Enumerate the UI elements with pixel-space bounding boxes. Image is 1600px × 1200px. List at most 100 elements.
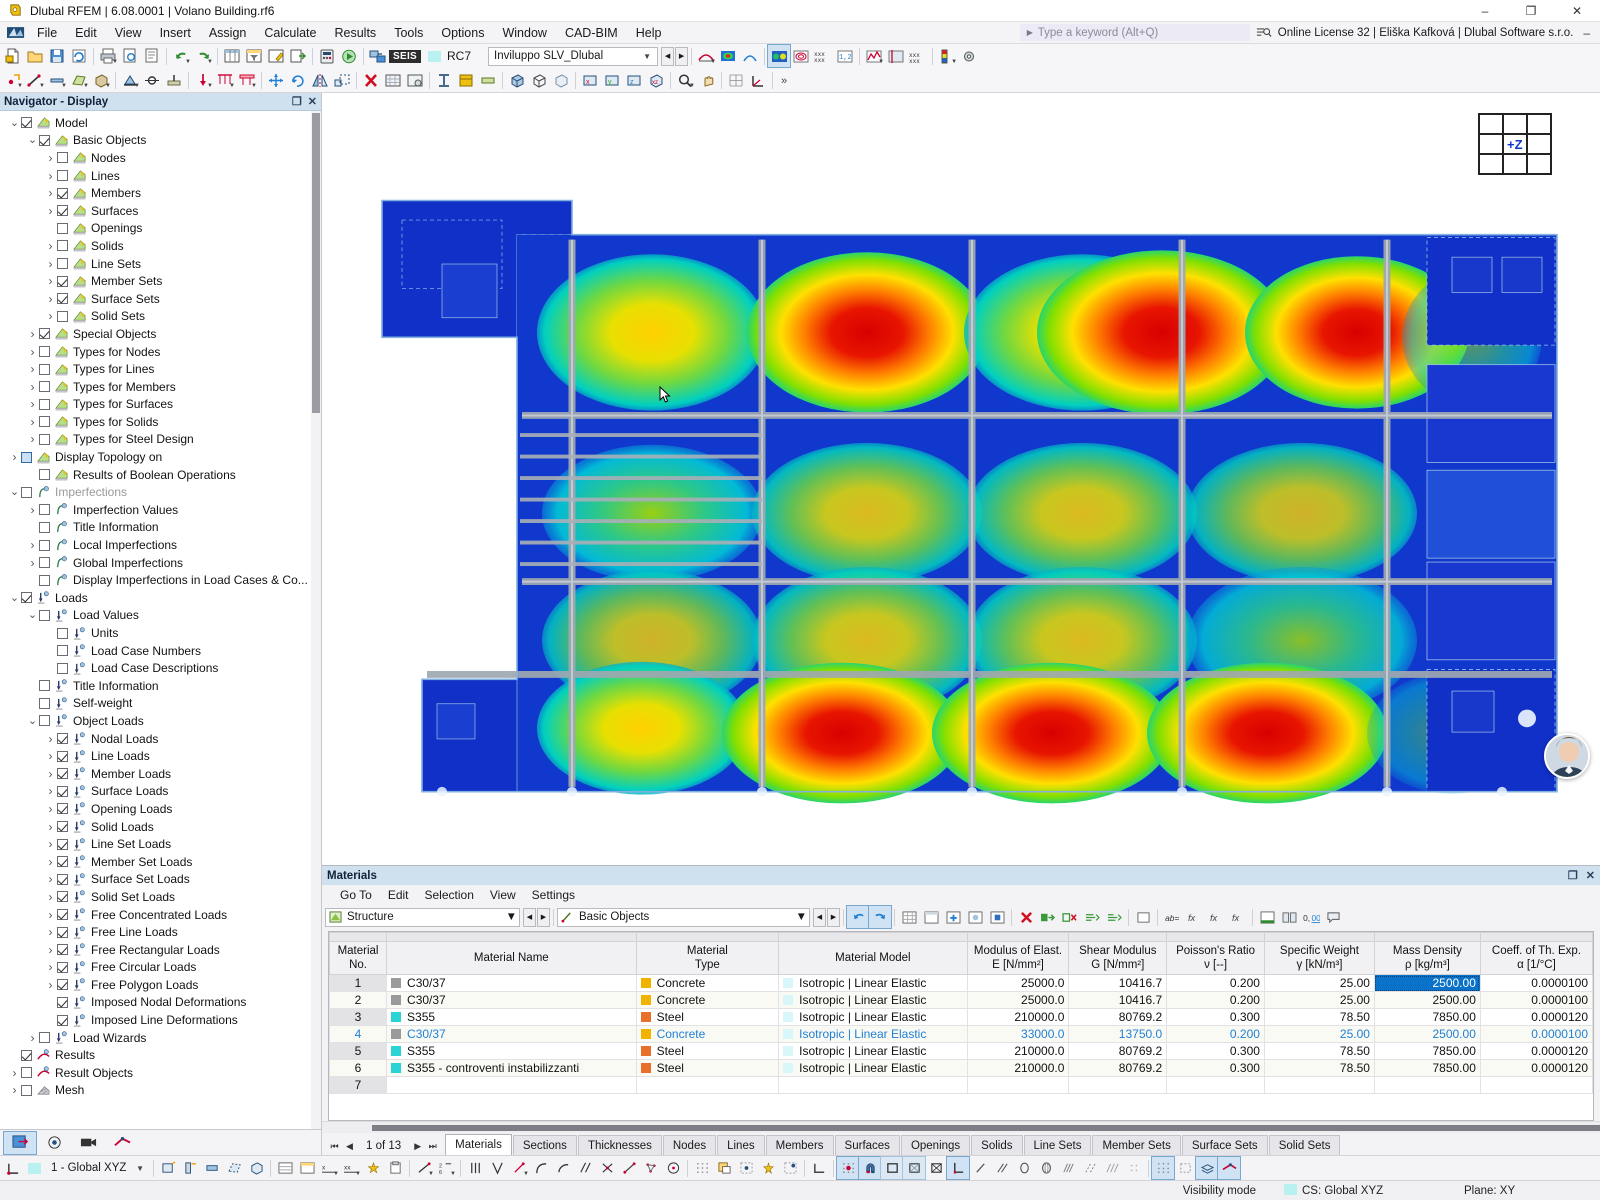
chevron-right-icon[interactable]: › (44, 802, 57, 816)
seis-module-icon[interactable] (367, 45, 389, 67)
navigator-checkbox[interactable] (57, 891, 68, 902)
materials-menu-go-to[interactable]: Go To (332, 887, 380, 903)
navigator-item-openings[interactable]: Openings (0, 220, 321, 238)
navigator-item-units[interactable]: Units (0, 624, 321, 642)
cell-no[interactable]: 6 (330, 1060, 387, 1077)
comment-icon[interactable] (1322, 906, 1344, 928)
navigator-item-imposed-nodal-deformations[interactable]: Imposed Nodal Deformations (0, 994, 321, 1012)
table-row[interactable]: 5S355SteelIsotropic | Linear Elastic2100… (330, 1043, 1593, 1060)
grid-snap-icon[interactable] (725, 69, 747, 91)
structure-next-button[interactable]: ▶ (537, 908, 550, 927)
dashed-snap-icon[interactable] (1079, 1157, 1101, 1179)
cell-G[interactable]: 10416.7 (1069, 975, 1167, 992)
cell-gamma[interactable]: 25.00 (1264, 975, 1374, 992)
pager-first-button[interactable]: ⏮ (328, 1141, 341, 1152)
table-grid-icon[interactable] (898, 906, 920, 928)
navigator-close-icon[interactable]: ✕ (308, 95, 317, 108)
navigator-checkbox[interactable] (39, 504, 50, 515)
undo-icon[interactable]: ▼ (170, 45, 192, 67)
navigator-item-load-wizards[interactable]: ›Load Wizards (0, 1029, 321, 1047)
result-section-icon[interactable] (885, 45, 907, 67)
table-blank-icon[interactable] (1132, 906, 1154, 928)
coordinate-system-icon[interactable] (747, 69, 769, 91)
cell-E[interactable]: 210000.0 (967, 1060, 1069, 1077)
chevron-right-icon[interactable]: › (44, 925, 57, 939)
cell-type[interactable]: Concrete (636, 992, 779, 1009)
navigator-checkbox[interactable] (57, 821, 68, 832)
result-table-icon[interactable]: xxxxxx (907, 45, 929, 67)
new-solid-icon[interactable]: ▼ (90, 69, 112, 91)
navigator-item-members[interactable]: ›Members (0, 184, 321, 202)
coordinate-system-select[interactable]: 1 - Global XYZ ▼ (46, 1159, 150, 1178)
foundation-icon[interactable] (163, 69, 185, 91)
cell-name[interactable]: C30/37 (387, 1026, 637, 1043)
navigator-checkbox[interactable] (21, 1067, 32, 1078)
navigator-checkbox[interactable] (39, 715, 50, 726)
navigator-checkbox[interactable] (57, 786, 68, 797)
navigator-item-global-imperfections[interactable]: ›Global Imperfections (0, 554, 321, 572)
navigator-tree[interactable]: ⌄Model⌄Basic Objects›Nodes›Lines›Members… (0, 111, 321, 1129)
rotate-icon[interactable] (287, 69, 309, 91)
cell-G[interactable]: 80769.2 (1069, 1043, 1167, 1060)
dotted-region-icon[interactable] (1123, 1157, 1145, 1179)
navigator-checkbox[interactable] (57, 733, 68, 744)
next-combination-button[interactable]: ▶ (675, 47, 688, 66)
column-header-rho[interactable]: Mass Densityρ [kg/m³] (1374, 942, 1480, 975)
osnap-grid-icon[interactable] (837, 1157, 859, 1179)
node-cloud-icon[interactable] (640, 1157, 662, 1179)
materials-menu-view[interactable]: View (482, 887, 524, 903)
objects-next-button[interactable]: ▶ (827, 908, 840, 927)
materials-restore-icon[interactable]: ❐ (1568, 869, 1578, 882)
cell-name[interactable]: C30/37 (387, 975, 637, 992)
chevron-right-icon[interactable]: › (44, 820, 57, 834)
cell-no[interactable]: 2 (330, 992, 387, 1009)
line-tool-icon[interactable]: ▼ (413, 1157, 435, 1179)
navigator-item-object-loads[interactable]: ⌄Object Loads (0, 712, 321, 730)
navigator-item-opening-loads[interactable]: ›Opening Loads (0, 800, 321, 818)
circle-snap-icon[interactable] (1013, 1157, 1035, 1179)
navigator-item-model[interactable]: ⌄Model (0, 114, 321, 132)
results-vector-icon[interactable] (739, 45, 761, 67)
pager-prev-button[interactable]: ◀ (343, 1141, 356, 1152)
cell-type[interactable]: Steel (636, 1060, 779, 1077)
cell-gamma[interactable]: 78.50 (1264, 1060, 1374, 1077)
scale-settings-icon[interactable] (958, 45, 980, 67)
grid-magnet-icon[interactable] (757, 1157, 779, 1179)
navigator-checkbox[interactable] (39, 416, 50, 427)
tab-thicknesses[interactable]: Thicknesses (578, 1135, 662, 1155)
chevron-right-icon[interactable]: › (44, 257, 57, 271)
chevron-right-icon[interactable]: › (44, 204, 57, 218)
navigator-item-line-set-loads[interactable]: ›Line Set Loads (0, 835, 321, 853)
crossed-rect-icon[interactable] (903, 1157, 925, 1179)
view-top-icon[interactable]: z (623, 69, 645, 91)
cell-E[interactable]: 25000.0 (967, 992, 1069, 1009)
panel-minimize-icon[interactable]: – (1579, 26, 1594, 40)
new-node-icon[interactable]: ▼ (2, 69, 24, 91)
column-header-name[interactable]: Material Name (387, 942, 637, 975)
table-text-format-icon[interactable]: ab= (1161, 906, 1183, 928)
tab-solid-sets[interactable]: Solid Sets (1269, 1135, 1341, 1155)
cell-alpha[interactable]: 0.0000100 (1480, 975, 1592, 992)
navigator-item-result-objects[interactable]: ›Result Objects (0, 1064, 321, 1082)
menu-item-tools[interactable]: Tools (385, 23, 432, 43)
table-remove-row-icon[interactable] (1059, 906, 1081, 928)
snap-surface-icon[interactable] (223, 1157, 245, 1179)
navigator-checkbox[interactable] (57, 927, 68, 938)
cell-name[interactable]: S355 (387, 1009, 637, 1026)
navigator-item-special-objects[interactable]: ›Special Objects (0, 325, 321, 343)
menu-item-file[interactable]: File (28, 23, 66, 43)
column-header-no[interactable]: MaterialNo. (330, 942, 387, 975)
ellipse-snap-icon[interactable] (1035, 1157, 1057, 1179)
navigator-tab-rendering[interactable] (106, 1132, 138, 1154)
navigator-checkbox[interactable] (39, 135, 50, 146)
structure-prev-button[interactable]: ◀ (523, 908, 536, 927)
navigator-checkbox[interactable] (39, 680, 50, 691)
cell-model[interactable]: Isotropic | Linear Elastic (779, 1060, 967, 1077)
navigator-item-free-polygon-loads[interactable]: ›Free Polygon Loads (0, 976, 321, 994)
column-header-type[interactable]: MaterialType (636, 942, 779, 975)
model-viewport[interactable]: +Z (322, 93, 1600, 865)
chevron-right-icon[interactable]: › (44, 749, 57, 763)
grid-object-icon[interactable] (713, 1157, 735, 1179)
cell-name[interactable]: S355 - controventi instabilizzanti (387, 1060, 637, 1077)
navigator-item-member-loads[interactable]: ›Member Loads (0, 765, 321, 783)
